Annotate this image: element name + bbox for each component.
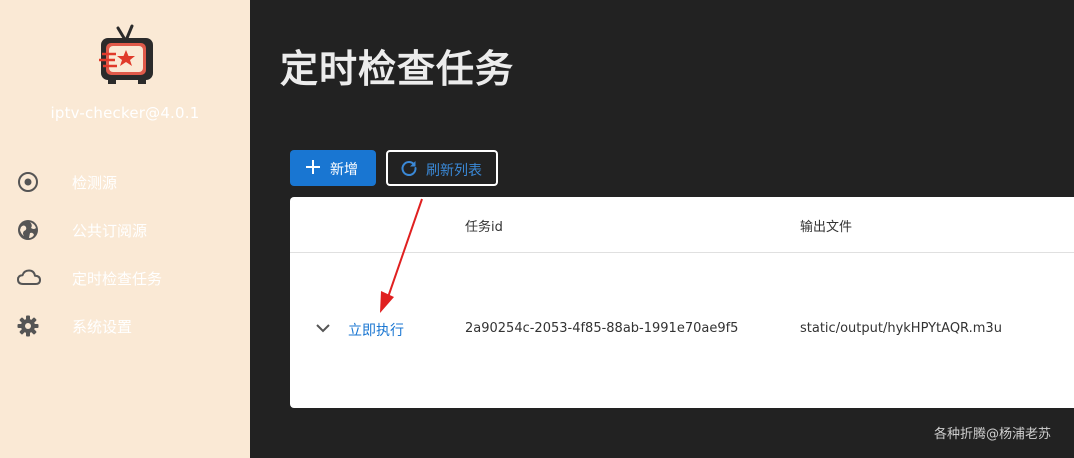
run-now-link[interactable]: 立即执行 xyxy=(348,320,404,340)
sidebar-item-label: 系统设置 xyxy=(72,318,133,336)
output-file-cell: static/output/hykHPYtAQR.m3u xyxy=(800,321,1002,336)
sidebar-item-system-settings[interactable]: 系统设置 xyxy=(0,305,250,345)
refresh-list-label: 刷新列表 xyxy=(426,163,482,179)
app-version: iptv-checker@4.0.1 xyxy=(50,104,200,122)
tasks-table: 任务id 输出文件 立即执行 2a90254c-2053-4f85-88ab-1… xyxy=(290,197,1074,408)
globe-icon xyxy=(18,220,38,240)
sidebar-item-label: 检测源 xyxy=(72,174,118,192)
watermark: 各种折腾@杨浦老苏 xyxy=(934,427,1052,442)
sidebar-item-label: 定时检查任务 xyxy=(72,270,163,288)
refresh-list-button[interactable]: 刷新列表 xyxy=(386,150,498,186)
sidebar-item-scheduled-tasks[interactable]: 定时检查任务 xyxy=(0,257,250,297)
add-task-button[interactable]: 新增 xyxy=(290,150,376,186)
table-row: 立即执行 2a90254c-2053-4f85-88ab-1991e70ae9f… xyxy=(290,197,1074,352)
page-title: 定时检查任务 xyxy=(280,47,515,91)
sidebar-item-label: 公共订阅源 xyxy=(72,222,148,240)
sidebar: iptv-checker@4.0.1 检测源 公共订阅源 定时检查任务 系统设置 xyxy=(0,0,250,458)
tv-logo-icon xyxy=(99,24,153,84)
radio-target-icon xyxy=(18,172,38,192)
gear-icon xyxy=(17,315,39,337)
chevron-down-icon[interactable] xyxy=(315,322,331,334)
plus-icon xyxy=(306,160,320,174)
refresh-icon xyxy=(401,161,417,176)
sidebar-item-public-subscriptions[interactable]: 公共订阅源 xyxy=(0,209,250,249)
task-id-cell: 2a90254c-2053-4f85-88ab-1991e70ae9f5 xyxy=(465,321,739,336)
cloud-icon xyxy=(17,269,41,285)
add-task-label: 新增 xyxy=(330,162,358,178)
sidebar-item-source-check[interactable]: 检测源 xyxy=(0,161,250,201)
